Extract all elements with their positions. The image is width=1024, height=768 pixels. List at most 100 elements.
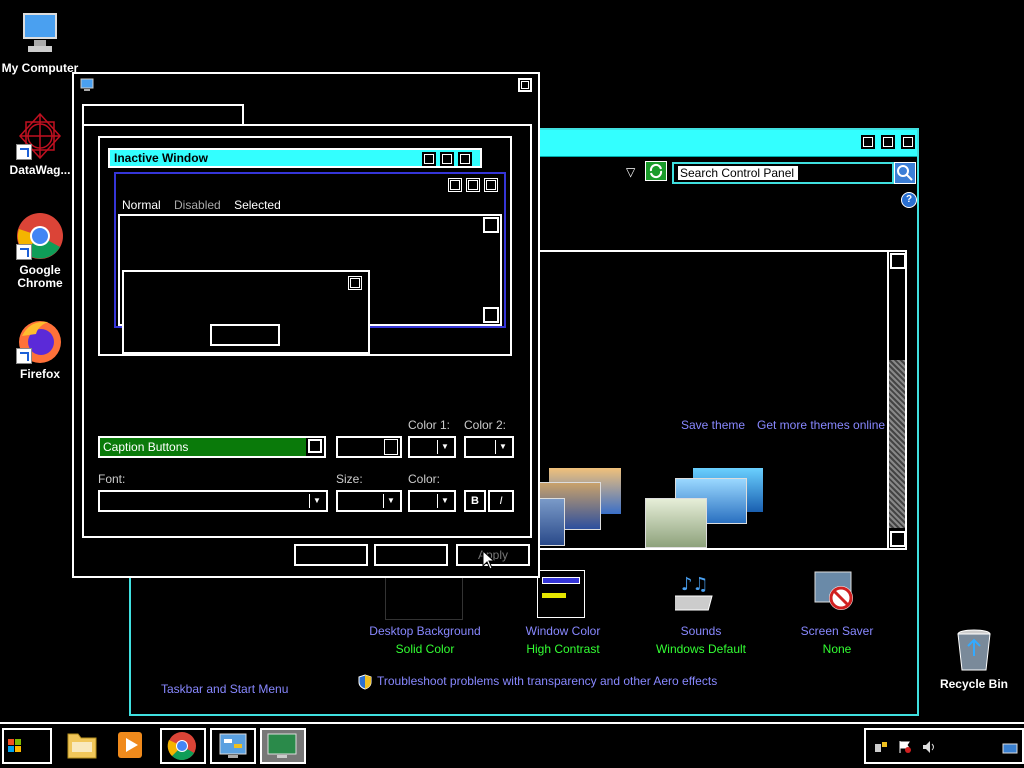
taskbar-chrome[interactable] bbox=[160, 728, 206, 764]
svg-text:♪♫: ♪♫ bbox=[681, 574, 709, 595]
desktop-icon-my-computer[interactable]: My Computer bbox=[0, 10, 80, 75]
scroll-thumb[interactable] bbox=[889, 360, 905, 528]
taskbar-start-menu-link[interactable]: Taskbar and Start Menu bbox=[161, 682, 288, 696]
sounds-icon[interactable]: ♪♫ bbox=[667, 570, 725, 616]
bold-button[interactable]: B bbox=[464, 490, 486, 512]
scroll-down-button[interactable] bbox=[890, 531, 906, 547]
taskbar-control-panel[interactable] bbox=[210, 728, 256, 764]
window-color-link[interactable]: Window Color bbox=[503, 624, 623, 638]
theme-thumbnail[interactable] bbox=[535, 464, 635, 548]
font-color-label: Color: bbox=[408, 472, 441, 486]
taskbar bbox=[0, 722, 1024, 768]
folder-icon bbox=[67, 733, 97, 759]
desktop-icon-firefox[interactable]: Firefox bbox=[0, 316, 80, 381]
item-size-stepper[interactable] bbox=[336, 436, 402, 458]
chrome-icon bbox=[167, 732, 196, 761]
preview-minimize-button bbox=[448, 178, 462, 192]
mouse-cursor-icon bbox=[482, 549, 496, 570]
desktop-background-link[interactable]: Desktop Background bbox=[365, 624, 485, 638]
font-color-picker[interactable]: ▼ bbox=[408, 490, 456, 512]
computer-icon bbox=[16, 10, 64, 58]
color2-label: Color 2: bbox=[464, 418, 507, 432]
font-size-select[interactable]: ▼ bbox=[336, 490, 402, 512]
desktop-icon-label: DataWag... bbox=[9, 163, 71, 177]
desktop-background-value: Solid Color bbox=[395, 642, 455, 656]
preview-scroll-down bbox=[483, 307, 499, 323]
window-color-icon[interactable] bbox=[537, 570, 585, 618]
theme-thumbnail[interactable] bbox=[641, 464, 763, 548]
item-select[interactable]: Caption Buttons bbox=[98, 436, 326, 458]
chevron-down-icon: ▼ bbox=[383, 494, 398, 508]
preview-menu-bar[interactable]: Normal Disabled Selected bbox=[122, 198, 291, 212]
window-color-value: High Contrast bbox=[526, 642, 600, 656]
menu-disabled[interactable]: Disabled bbox=[174, 198, 221, 212]
desktop-icon-label: Firefox bbox=[19, 367, 60, 381]
menu-selected[interactable]: Selected bbox=[234, 198, 281, 212]
taskbar-media-player[interactable] bbox=[110, 728, 156, 764]
dialog-close-button[interactable] bbox=[518, 78, 532, 92]
theme-scrollbar[interactable] bbox=[887, 252, 906, 548]
close-button[interactable] bbox=[901, 135, 915, 149]
inactive-window-title[interactable]: Inactive Window bbox=[108, 148, 482, 168]
menu-normal[interactable]: Normal bbox=[122, 198, 161, 212]
italic-button[interactable]: I bbox=[488, 490, 514, 512]
preview-scroll-up bbox=[483, 217, 499, 233]
scroll-up-button[interactable] bbox=[890, 253, 906, 269]
dialog-app-icon bbox=[80, 78, 94, 92]
maximize-button[interactable] bbox=[881, 135, 895, 149]
show-desktop-icon[interactable] bbox=[1002, 742, 1018, 754]
address-dropdown-icon[interactable]: ▽ bbox=[626, 165, 635, 179]
stepper-arrows[interactable] bbox=[384, 439, 398, 455]
desktop-icon-recycle-bin[interactable]: Recycle Bin bbox=[934, 626, 1014, 691]
size-label: Size: bbox=[336, 472, 363, 486]
ok-button[interactable] bbox=[294, 544, 368, 566]
start-button[interactable] bbox=[2, 728, 52, 764]
minimize-button[interactable] bbox=[861, 135, 875, 149]
chevron-down-icon: ▼ bbox=[309, 494, 324, 508]
font-label: Font: bbox=[98, 472, 126, 486]
desktop-icon-datawag[interactable]: DataWag... bbox=[0, 112, 80, 177]
datawag-icon bbox=[16, 112, 64, 160]
item-dropdown-button[interactable] bbox=[308, 439, 322, 453]
refresh-icon bbox=[649, 163, 663, 179]
taskbar-explorer[interactable] bbox=[62, 728, 108, 764]
network-icon[interactable] bbox=[874, 740, 888, 754]
preview-close-button bbox=[458, 152, 472, 166]
taskbar-personalization[interactable] bbox=[260, 728, 306, 764]
help-icon[interactable]: ? bbox=[901, 192, 917, 208]
color1-picker[interactable]: ▼ bbox=[408, 436, 456, 458]
display-icon bbox=[267, 733, 297, 758]
save-theme-link[interactable]: Save theme bbox=[681, 418, 745, 432]
action-center-flag-icon[interactable] bbox=[898, 740, 912, 754]
desktop-icon-label: My Computer bbox=[1, 61, 79, 75]
font-select[interactable]: ▼ bbox=[98, 490, 328, 512]
volume-icon[interactable] bbox=[922, 740, 936, 754]
preview-maximize-button bbox=[440, 152, 454, 166]
desktop-icon-google-chrome[interactable]: Google Chrome bbox=[0, 212, 80, 290]
tab-appearance[interactable] bbox=[82, 104, 244, 126]
refresh-button[interactable] bbox=[645, 161, 667, 181]
color2-picker[interactable]: ▼ bbox=[464, 436, 514, 458]
chevron-down-icon: ▼ bbox=[495, 440, 510, 454]
search-box[interactable] bbox=[672, 162, 894, 184]
cancel-button[interactable] bbox=[374, 544, 448, 566]
chevron-down-icon: ▼ bbox=[437, 440, 452, 454]
screen-saver-value: None bbox=[822, 642, 852, 656]
screen-saver-link[interactable]: Screen Saver bbox=[777, 624, 897, 638]
search-input[interactable] bbox=[678, 166, 798, 180]
system-tray bbox=[864, 728, 1024, 764]
preview-ok-button[interactable] bbox=[210, 324, 280, 346]
troubleshoot-link[interactable]: Troubleshoot problems with transparency … bbox=[377, 674, 717, 688]
shortcut-arrow-icon bbox=[16, 348, 32, 364]
screen-saver-icon[interactable] bbox=[811, 570, 861, 616]
desktop-icon-label: Recycle Bin bbox=[939, 677, 1009, 691]
control-panel-icon bbox=[219, 733, 247, 758]
shortcut-arrow-icon bbox=[16, 244, 32, 260]
firefox-icon bbox=[16, 316, 64, 364]
sounds-link[interactable]: Sounds bbox=[641, 624, 761, 638]
search-button[interactable] bbox=[894, 162, 916, 184]
item-select-value: Caption Buttons bbox=[100, 438, 306, 456]
more-themes-link[interactable]: Get more themes online bbox=[757, 418, 885, 432]
shield-icon bbox=[357, 674, 373, 690]
theme-list: Save theme Get more themes online bbox=[533, 250, 907, 550]
